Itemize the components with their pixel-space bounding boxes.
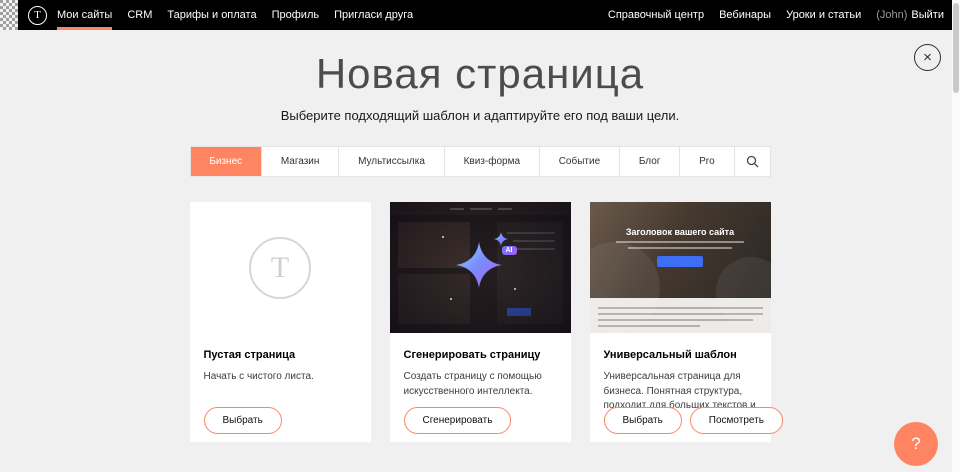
nav-my-sites[interactable]: Мои сайты bbox=[57, 0, 112, 30]
choose-button[interactable]: Выбрать bbox=[604, 407, 682, 434]
card-title: Универсальный шаблон bbox=[604, 349, 757, 361]
tab-quiz-form[interactable]: Квиз-форма bbox=[444, 147, 539, 176]
tab-multilink[interactable]: Мультиссылка bbox=[338, 147, 444, 176]
generate-button[interactable]: Сгенерировать bbox=[404, 407, 512, 434]
ai-badge: AI bbox=[502, 246, 517, 255]
tab-business[interactable]: Бизнес bbox=[191, 147, 262, 176]
card-generate-page: AI Сгенерировать страницу Создать страни… bbox=[390, 202, 571, 442]
nav-logout[interactable]: (John) Выйти bbox=[876, 0, 944, 30]
card-universal-template: Заголовок вашего сайта Универсальный шаб… bbox=[590, 202, 771, 442]
universal-template-preview[interactable]: Заголовок вашего сайта bbox=[590, 202, 771, 333]
template-category-tabs: Бизнес Магазин Мультиссылка Квиз-форма С… bbox=[190, 146, 771, 177]
card-description: Создать страницу с помощью искусственног… bbox=[404, 370, 557, 399]
nav-lessons[interactable]: Уроки и статьи bbox=[786, 0, 861, 30]
template-cards-row: T Пустая страница Начать с чистого листа… bbox=[190, 202, 771, 442]
card-description: Начать с чистого листа. bbox=[204, 370, 357, 385]
main-nav: Мои сайты CRM Тарифы и оплата Профиль Пр… bbox=[57, 0, 413, 30]
ai-sparkle-icon bbox=[456, 242, 502, 288]
blank-logo-letter: T bbox=[271, 251, 289, 285]
nav-webinars[interactable]: Вебинары bbox=[719, 0, 771, 30]
choose-button[interactable]: Выбрать bbox=[204, 407, 282, 434]
card-body: Сгенерировать страницу Создать страницу … bbox=[390, 333, 571, 399]
tab-blog[interactable]: Блог bbox=[619, 147, 679, 176]
nav-crm[interactable]: CRM bbox=[127, 0, 152, 30]
card-title: Сгенерировать страницу bbox=[404, 349, 557, 361]
new-page-dialog: × Новая страница Выберите подходящий шаб… bbox=[0, 30, 960, 472]
tilda-circle-logo-icon: T bbox=[249, 237, 311, 299]
tab-shop[interactable]: Магазин bbox=[261, 147, 338, 176]
tab-pro[interactable]: Pro bbox=[679, 147, 733, 176]
view-button[interactable]: Посмотреть bbox=[690, 407, 783, 434]
card-actions: Сгенерировать bbox=[404, 407, 512, 434]
preview-subtitle-line bbox=[616, 241, 744, 243]
logout-label: Выйти bbox=[911, 9, 944, 21]
account-name: (John) bbox=[876, 9, 907, 21]
magnifier-glyph bbox=[746, 155, 759, 168]
scrollbar-track[interactable] bbox=[952, 0, 960, 472]
card-title: Пустая страница bbox=[204, 349, 357, 361]
preview-subtitle-line bbox=[628, 247, 732, 249]
help-button[interactable]: ? bbox=[894, 422, 938, 466]
ai-generate-preview[interactable]: AI bbox=[390, 202, 571, 333]
top-header: T Мои сайты CRM Тарифы и оплата Профиль … bbox=[0, 0, 952, 30]
tilda-logo[interactable]: T bbox=[28, 6, 47, 25]
preview-cta-button bbox=[657, 256, 703, 267]
preview-site-heading: Заголовок вашего сайта bbox=[590, 202, 771, 237]
page-subtitle: Выберите подходящий шаблон и адаптируйте… bbox=[0, 108, 960, 123]
search-icon[interactable] bbox=[734, 147, 770, 176]
card-body: Пустая страница Начать с чистого листа. bbox=[190, 333, 371, 385]
tilda-logo-letter: T bbox=[34, 9, 41, 21]
nav-profile[interactable]: Профиль bbox=[272, 0, 320, 30]
nav-invite-friend[interactable]: Пригласи друга bbox=[334, 0, 413, 30]
tab-event[interactable]: Событие bbox=[539, 147, 619, 176]
ai-sparkle-small-icon bbox=[494, 232, 508, 246]
card-actions: Выбрать Посмотреть bbox=[604, 407, 783, 434]
card-blank-page: T Пустая страница Начать с чистого листа… bbox=[190, 202, 371, 442]
close-icon[interactable]: × bbox=[914, 44, 941, 71]
preview-hero-section: Заголовок вашего сайта bbox=[590, 202, 771, 298]
nav-tariffs[interactable]: Тарифы и оплата bbox=[167, 0, 256, 30]
nav-help-center[interactable]: Справочный центр bbox=[608, 0, 704, 30]
page-title: Новая страница bbox=[0, 50, 960, 98]
blank-page-preview[interactable]: T bbox=[190, 202, 371, 333]
card-actions: Выбрать bbox=[204, 407, 282, 434]
scrollbar-thumb[interactable] bbox=[953, 3, 959, 93]
secondary-nav: Справочный центр Вебинары Уроки и статьи… bbox=[608, 0, 952, 30]
header-pattern bbox=[0, 0, 18, 30]
